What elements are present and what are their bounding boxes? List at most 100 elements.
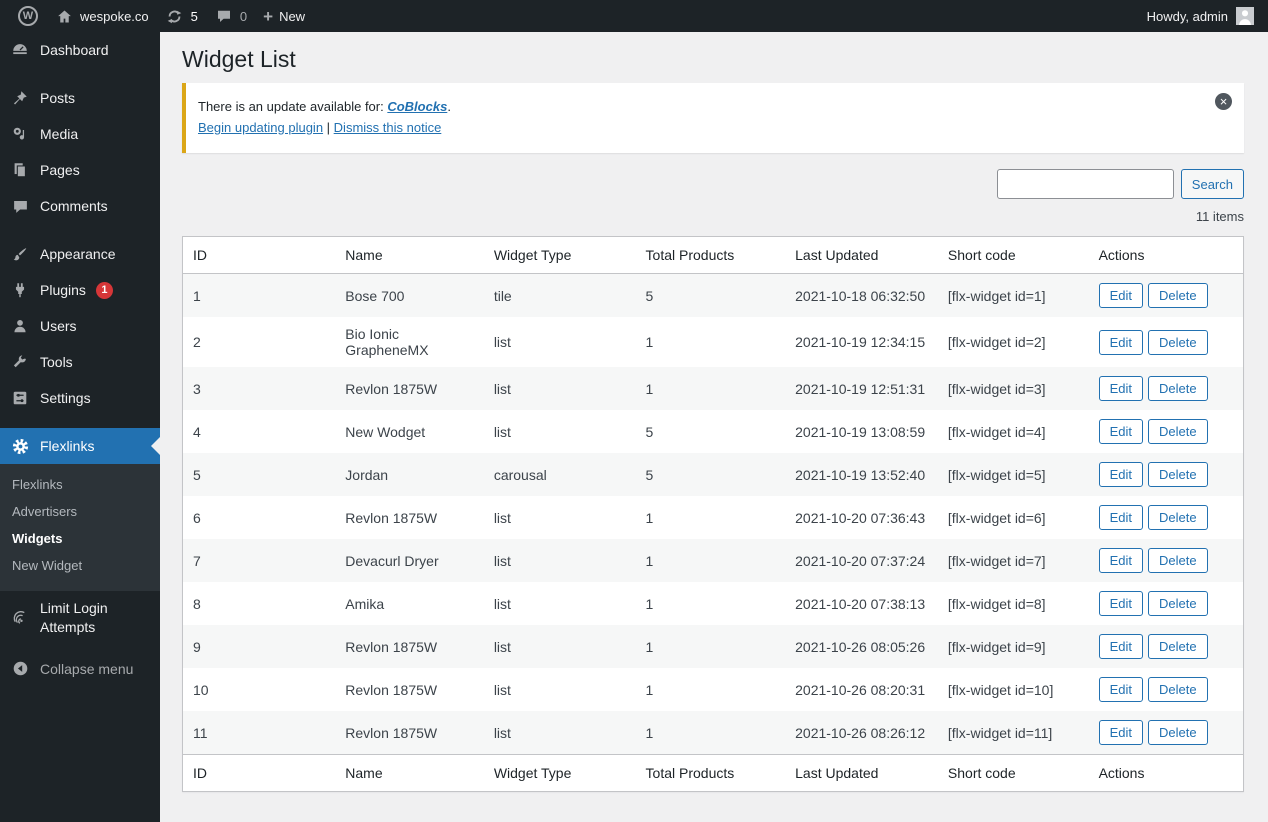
update-notice: There is an update available for: CoBloc…: [182, 83, 1244, 153]
search-input[interactable]: [996, 169, 1174, 199]
sidebar-label: Users: [40, 318, 77, 334]
delete-button[interactable]: Delete: [1147, 505, 1208, 530]
table-body: 1 Bose 700 tile 5 2021-10-18 06:32:50 [f…: [182, 273, 1244, 755]
cell-last-updated: 2021-10-19 13:52:40: [795, 466, 926, 483]
cell-short-code: [flx-widget id=7]: [947, 552, 1046, 569]
edit-button[interactable]: Edit: [1098, 634, 1143, 659]
cell-short-code: [flx-widget id=6]: [947, 509, 1046, 526]
cell-id: 10: [193, 681, 209, 698]
delete-button[interactable]: Delete: [1147, 677, 1208, 702]
footer-last-updated: Last Updated: [785, 754, 938, 792]
delete-button[interactable]: Delete: [1147, 419, 1208, 444]
new-content-menu[interactable]: + New: [255, 0, 313, 32]
comments-icon: [10, 196, 30, 216]
table-row: 8 Amika list 1 2021-10-20 07:38:13 [flx-…: [183, 582, 1244, 625]
table-footer: ID Name Widget Type Total Products Last …: [182, 754, 1244, 792]
plugin-icon: [10, 280, 30, 300]
edit-button[interactable]: Edit: [1098, 329, 1143, 355]
collapse-menu-button[interactable]: Collapse menu: [0, 651, 160, 687]
submenu-item-advertisers[interactable]: Advertisers: [0, 498, 160, 525]
edit-button[interactable]: Edit: [1098, 419, 1143, 444]
cell-total-products: 1: [645, 334, 654, 350]
wrench-icon: [10, 352, 30, 372]
new-label: New: [279, 8, 306, 24]
sidebar-item-media[interactable]: Media: [0, 116, 160, 152]
sidebar-item-limit-login-attempts[interactable]: Limit Login Attempts: [0, 591, 160, 645]
edit-button[interactable]: Edit: [1098, 376, 1143, 401]
sidebar-item-flexlinks[interactable]: Flexlinks: [0, 428, 160, 464]
sidebar-item-users[interactable]: Users: [0, 308, 160, 344]
edit-button[interactable]: Edit: [1098, 548, 1143, 573]
delete-button[interactable]: Delete: [1147, 634, 1208, 659]
cell-total-products: 1: [645, 681, 654, 698]
dismiss-notice-link[interactable]: Dismiss this notice: [334, 120, 442, 135]
sidebar-item-tools[interactable]: Tools: [0, 344, 160, 380]
edit-button[interactable]: Edit: [1098, 283, 1143, 308]
sidebar-item-comments[interactable]: Comments: [0, 188, 160, 224]
edit-button[interactable]: Edit: [1098, 720, 1143, 745]
begin-updating-link[interactable]: Begin updating plugin: [198, 120, 323, 135]
footer-id: ID: [182, 754, 336, 792]
table-row: 4 New Wodget list 5 2021-10-19 13:08:59 …: [183, 410, 1244, 453]
sidebar-item-dashboard[interactable]: Dashboard: [0, 32, 160, 68]
coblocks-link[interactable]: CoBlocks: [387, 99, 447, 114]
sidebar-item-appearance[interactable]: Appearance: [0, 236, 160, 272]
cell-widget-type: list: [493, 334, 511, 350]
notice-text-period: .: [447, 99, 451, 114]
submenu-item-widgets[interactable]: Widgets: [0, 525, 160, 552]
dashboard-gauge-icon: [10, 40, 30, 60]
sidebar-label: Limit Login Attempts: [40, 600, 108, 635]
edit-button[interactable]: Edit: [1098, 591, 1143, 616]
howdy-text[interactable]: Howdy, admin: [1147, 9, 1228, 24]
footer-name: Name: [335, 754, 484, 792]
delete-button[interactable]: Delete: [1147, 720, 1208, 745]
admin-bar: W wespoke.co 5 0 + New Howdy, admin: [0, 0, 1268, 32]
close-icon[interactable]: ×: [1215, 93, 1232, 110]
cell-widget-type: list: [493, 681, 511, 698]
cell-short-code: [flx-widget id=9]: [947, 638, 1046, 655]
footer-actions: Actions: [1088, 754, 1244, 792]
site-link[interactable]: wespoke.co: [46, 0, 157, 32]
header-last-updated: Last Updated: [785, 236, 938, 274]
table-row: 1 Bose 700 tile 5 2021-10-18 06:32:50 [f…: [182, 273, 1244, 317]
cell-name: Revlon 1875W: [345, 509, 438, 526]
edit-button[interactable]: Edit: [1098, 462, 1143, 487]
cell-last-updated: 2021-10-19 13:08:59: [795, 423, 926, 440]
header-total-products: Total Products: [635, 236, 786, 274]
sidebar-item-pages[interactable]: Pages: [0, 152, 160, 188]
cell-short-code: [flx-widget id=8]: [947, 595, 1046, 612]
sidebar-label: Dashboard: [40, 42, 109, 58]
cell-name: Bose 700: [345, 287, 405, 304]
cell-name: New Wodget: [345, 423, 426, 440]
sidebar-item-plugins[interactable]: Plugins 1: [0, 272, 160, 308]
delete-button[interactable]: Delete: [1147, 376, 1208, 401]
header-short-code: Short code: [937, 236, 1089, 274]
sidebar-label: Collapse menu: [40, 660, 134, 677]
delete-button[interactable]: Delete: [1147, 283, 1208, 308]
delete-button[interactable]: Delete: [1147, 329, 1208, 355]
footer-widget-type: Widget Type: [483, 754, 636, 792]
updates-link[interactable]: 5: [157, 0, 206, 32]
edit-button[interactable]: Edit: [1098, 505, 1143, 530]
comments-link[interactable]: 0: [206, 0, 255, 32]
sidebar-item-settings[interactable]: Settings: [0, 380, 160, 416]
avatar[interactable]: [1236, 7, 1254, 25]
cell-id: 5: [193, 466, 201, 483]
table-row: 10 Revlon 1875W list 1 2021-10-26 08:20:…: [183, 668, 1244, 711]
delete-button[interactable]: Delete: [1147, 591, 1208, 616]
submenu-item-new-widget[interactable]: New Widget: [0, 552, 160, 579]
delete-button[interactable]: Delete: [1147, 462, 1208, 487]
search-button[interactable]: Search: [1180, 169, 1244, 199]
link-separator: |: [323, 120, 334, 135]
cell-last-updated: 2021-10-20 07:38:13: [795, 595, 926, 612]
menu-separator: [0, 416, 160, 428]
submenu-item-flexlinks[interactable]: Flexlinks: [0, 471, 160, 498]
sidebar-label: Pages: [40, 162, 80, 178]
delete-button[interactable]: Delete: [1147, 548, 1208, 573]
sidebar-item-posts[interactable]: Posts: [0, 80, 160, 116]
edit-button[interactable]: Edit: [1098, 677, 1143, 702]
cell-short-code: [flx-widget id=10]: [947, 681, 1054, 698]
wp-logo-menu[interactable]: W: [10, 0, 46, 32]
cell-widget-type: list: [493, 423, 511, 440]
menu-separator: [0, 224, 160, 236]
